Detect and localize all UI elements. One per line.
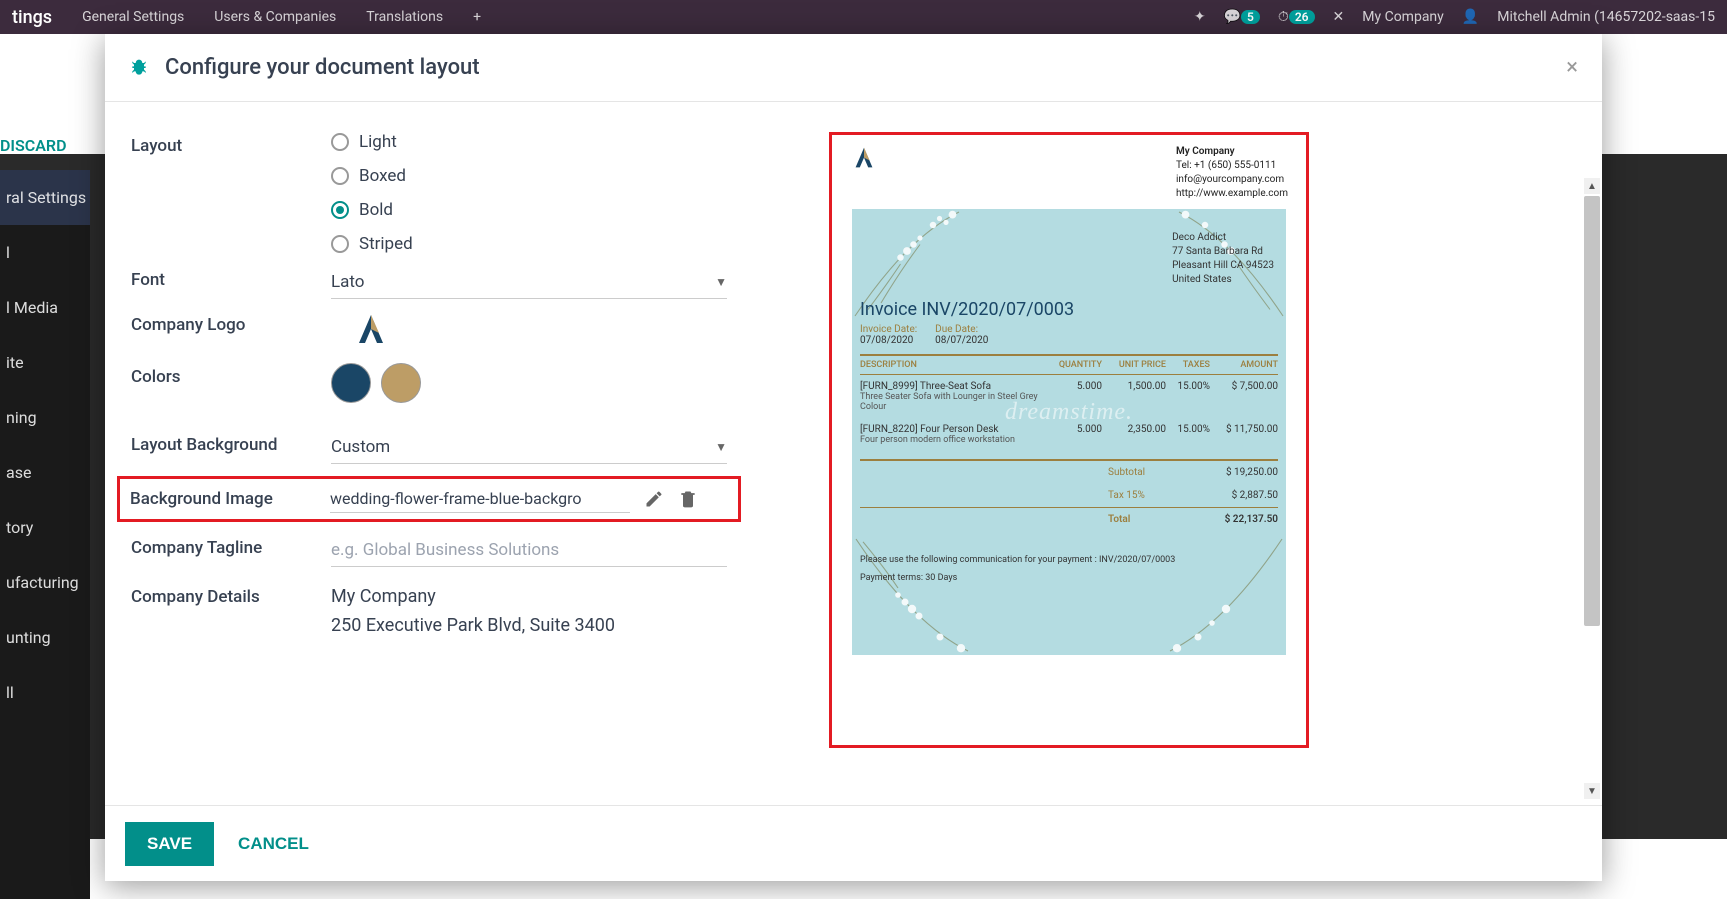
layout-option-light[interactable]: Light	[331, 132, 727, 152]
layout-option-boxed[interactable]: Boxed	[331, 166, 727, 186]
trash-icon[interactable]	[678, 489, 698, 509]
modal-footer: SAVE CANCEL	[105, 805, 1602, 881]
tagline-label: Company Tagline	[131, 534, 331, 567]
modal-header: Configure your document layout ×	[105, 34, 1602, 102]
save-button[interactable]: SAVE	[125, 822, 214, 866]
preview-logo	[850, 145, 878, 173]
preview-column: My Company Tel: +1 (650) 555-0111 info@y…	[739, 132, 1602, 775]
form-column: Layout Light Boxed Bold Striped Font Lat…	[119, 132, 739, 775]
preview-company-info: My Company Tel: +1 (650) 555-0111 info@y…	[1176, 145, 1288, 199]
preview-background: dreamstime. Deco Addict 77 Santa Barbara…	[852, 209, 1286, 655]
bg-image-label: Background Image	[130, 485, 330, 513]
secondary-color-swatch[interactable]	[381, 363, 421, 403]
layout-bg-label: Layout Background	[131, 431, 331, 464]
tagline-input[interactable]: e.g. Global Business Solutions	[331, 534, 727, 567]
preview-content: Deco Addict 77 Santa Barbara Rd Pleasant…	[852, 209, 1286, 655]
caret-down-icon: ▼	[715, 440, 727, 454]
layout-radio-group: Light Boxed Bold Striped	[331, 132, 727, 254]
font-select[interactable]: Lato ▼	[331, 266, 727, 299]
caret-down-icon: ▼	[715, 275, 727, 289]
layout-bg-select[interactable]: Custom ▼	[331, 431, 727, 464]
scroll-up-icon[interactable]: ▲	[1584, 178, 1600, 194]
company-details-label: Company Details	[131, 583, 331, 641]
cancel-button[interactable]: CANCEL	[238, 834, 309, 854]
layout-option-striped[interactable]: Striped	[331, 234, 727, 254]
company-details-field[interactable]: My Company 250 Executive Park Blvd, Suit…	[331, 583, 727, 641]
preview-customer-address: Deco Addict 77 Santa Barbara Rd Pleasant…	[1172, 231, 1274, 287]
modal-title: Configure your document layout	[165, 55, 480, 80]
layout-option-bold[interactable]: Bold	[331, 200, 727, 220]
company-logo-label: Company Logo	[131, 311, 331, 351]
close-icon[interactable]: ×	[1566, 55, 1578, 80]
company-logo-preview[interactable]	[351, 311, 391, 351]
background-image-highlight: Background Image wedding-flower-frame-bl…	[117, 476, 741, 522]
edit-icon[interactable]	[644, 489, 664, 509]
document-preview: My Company Tel: +1 (650) 555-0111 info@y…	[829, 132, 1309, 748]
preview-dates: Invoice Date:07/08/2020 Due Date:08/07/2…	[860, 324, 1278, 346]
preview-invoice-title: Invoice INV/2020/07/0003	[860, 299, 1278, 320]
font-label: Font	[131, 266, 331, 299]
scroll-down-icon[interactable]: ▼	[1584, 783, 1600, 799]
modal-overlay: Configure your document layout × ▲ ▼ Lay…	[0, 0, 1727, 899]
primary-color-swatch[interactable]	[331, 363, 371, 403]
modal-body: ▲ ▼ Layout Light Boxed Bold Striped Fo	[105, 102, 1602, 805]
preview-payment-note: Please use the following communication f…	[860, 555, 1278, 565]
bug-icon[interactable]	[129, 58, 149, 78]
document-layout-modal: Configure your document layout × ▲ ▼ Lay…	[105, 34, 1602, 881]
colors-label: Colors	[131, 363, 331, 403]
bg-image-filename[interactable]: wedding-flower-frame-blue-backgro	[330, 485, 630, 513]
preview-payment-terms: Payment terms: 30 Days	[860, 573, 1278, 583]
color-swatches	[331, 363, 727, 403]
layout-label: Layout	[131, 132, 331, 254]
